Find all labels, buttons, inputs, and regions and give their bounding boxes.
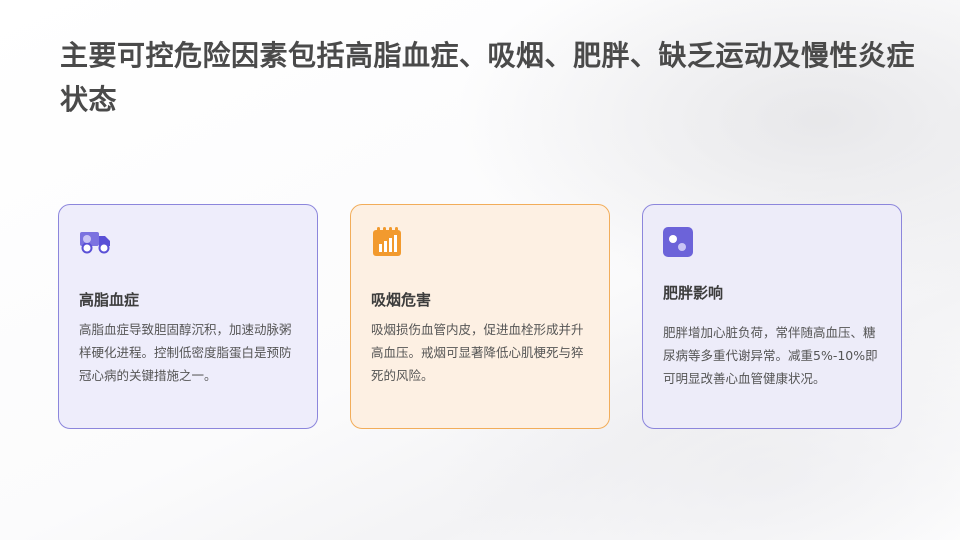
card-title: 吸烟危害 xyxy=(371,291,432,309)
card-title: 肥胖影响 xyxy=(663,284,724,302)
delivery-truck-icon xyxy=(79,227,113,257)
bar-chart-notepad-icon xyxy=(371,227,405,257)
card-body: 高脂血症导致胆固醇沉积，加速动脉粥样硬化进程。控制低密度脂蛋白是预防冠心病的关键… xyxy=(79,322,292,383)
card-smoking: 吸烟危害 吸烟损伤血管内皮，促进血栓形成并升高血压。戒烟可显著降低心肌梗死与猝死… xyxy=(350,204,610,429)
card-hyperlipidemia: 高脂血症 高脂血症导致胆固醇沉积，加速动脉粥样硬化进程。控制低密度脂蛋白是预防冠… xyxy=(58,204,318,429)
card-title: 高脂血症 xyxy=(79,291,140,309)
dots-square-icon xyxy=(663,227,697,257)
card-body: 肥胖增加心脏负荷，常伴随高血压、糖尿病等多重代谢异常。减重5%-10%即可明显改… xyxy=(663,325,878,386)
page-title: 主要可控危险因素包括高脂血症、吸烟、肥胖、缺乏运动及慢性炎症状态 xyxy=(60,39,916,116)
card-body: 吸烟损伤血管内皮，促进血栓形成并升高血压。戒烟可显著降低心肌梗死与猝死的风险。 xyxy=(371,322,584,383)
card-obesity: 肥胖影响 肥胖增加心脏负荷，常伴随高血压、糖尿病等多重代谢异常。减重5%-10%… xyxy=(642,204,902,429)
